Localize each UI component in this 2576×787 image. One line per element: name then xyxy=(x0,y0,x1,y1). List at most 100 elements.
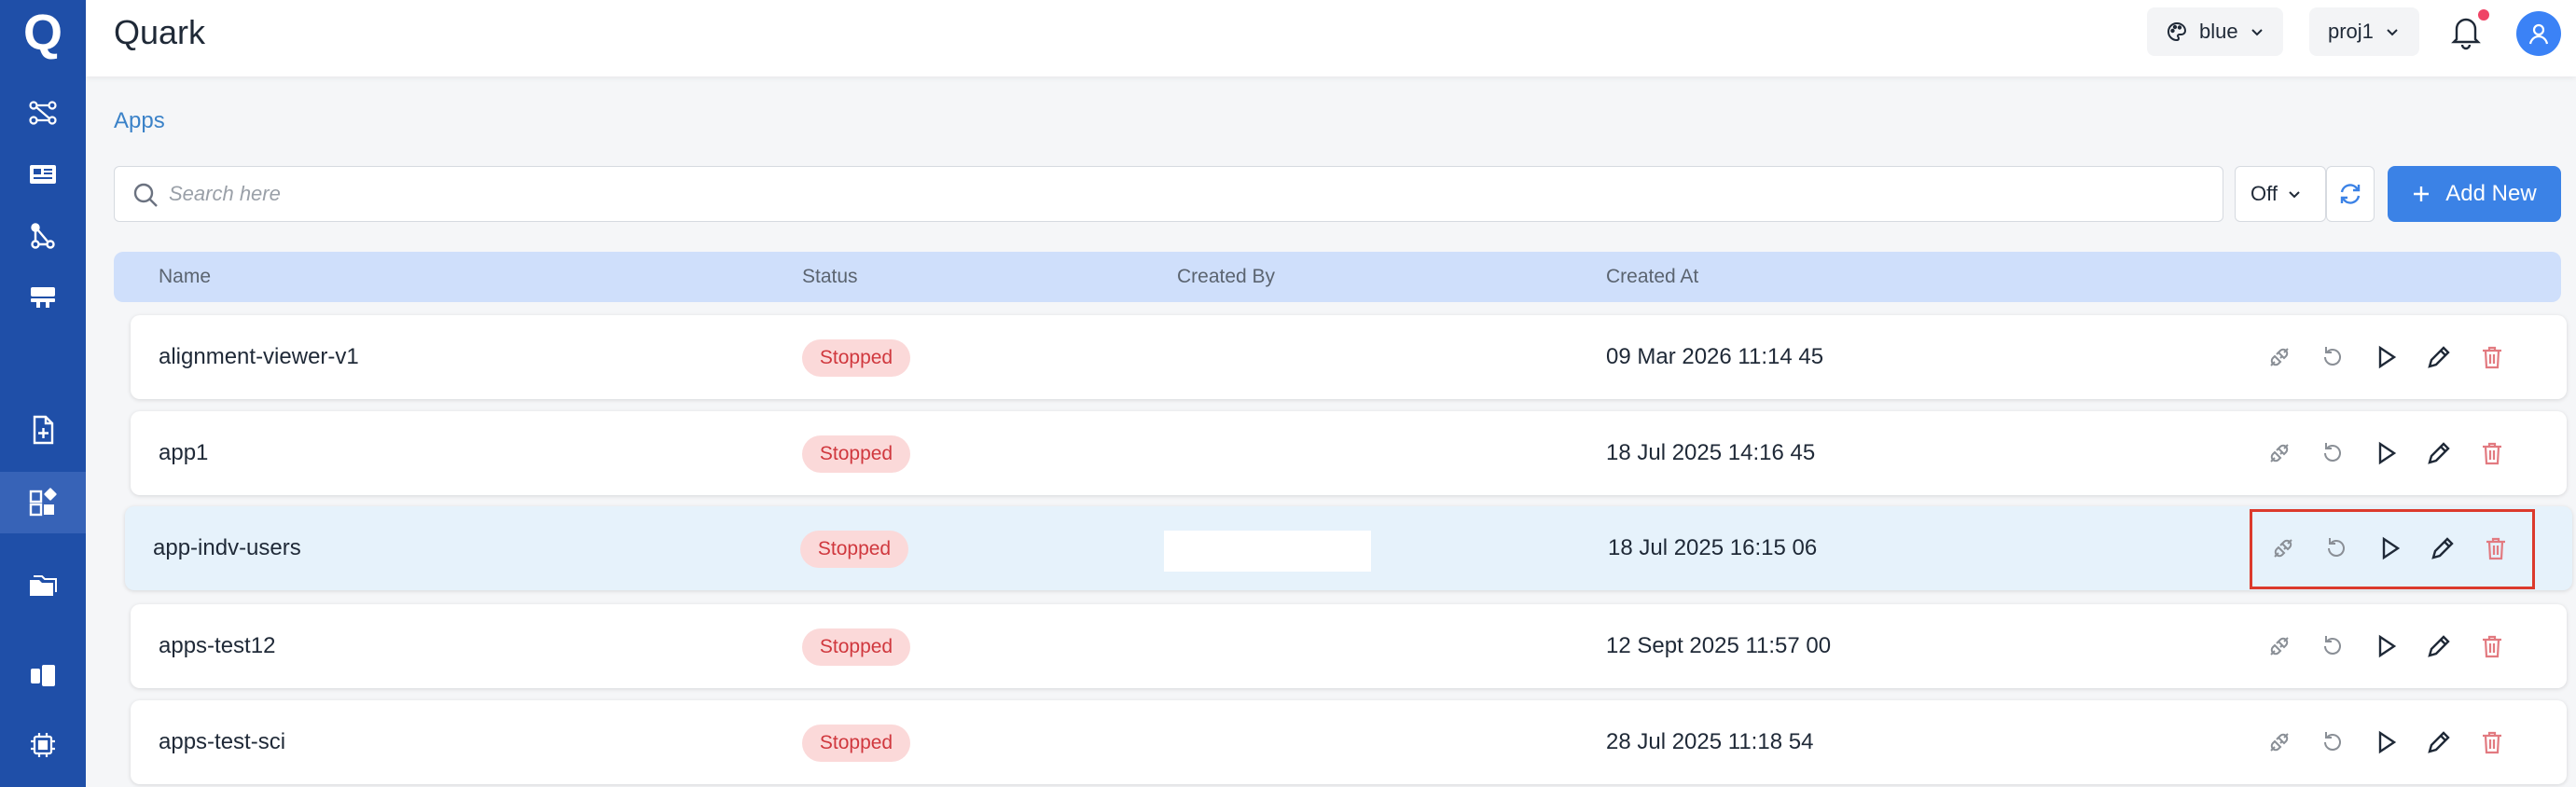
sidebar-item-workflows[interactable] xyxy=(0,82,86,144)
breadcrumb[interactable]: Apps xyxy=(114,108,165,134)
app-name[interactable]: app-indv-users xyxy=(153,535,301,561)
edit-icon xyxy=(2428,346,2450,368)
restart-icon xyxy=(2324,732,2341,751)
column-header-status[interactable]: Status xyxy=(802,266,858,288)
actions-highlight-box xyxy=(2250,509,2535,589)
row-actions xyxy=(2263,625,2509,668)
chevron-down-icon xyxy=(2251,29,2263,36)
top-header: Quark blue proj1 xyxy=(86,0,2576,76)
notification-dot xyxy=(2478,9,2489,21)
sidebar-item-compute[interactable] xyxy=(0,714,86,776)
table-header: Name Status Created By Created At xyxy=(114,252,2561,302)
theme-selector[interactable]: blue xyxy=(2147,7,2283,56)
plug-icon xyxy=(2270,444,2289,463)
search-placeholder: Search here xyxy=(169,182,281,205)
palette-icon xyxy=(2167,21,2187,42)
status-badge: Stopped xyxy=(802,339,910,377)
play-icon xyxy=(2378,345,2397,369)
auto-refresh-select[interactable]: Off xyxy=(2235,166,2326,222)
column-header-name[interactable]: Name xyxy=(159,266,211,288)
sidebar-item-servers[interactable] xyxy=(0,267,86,328)
edit-icon xyxy=(2428,442,2450,464)
sidebar-item-apps[interactable] xyxy=(0,472,86,533)
table-row[interactable]: alignment-viewer-v1 Stopped 09 Mar 2026 … xyxy=(131,315,2567,399)
table-row[interactable]: apps-test12 Stopped 12 Sept 2025 11:57 0… xyxy=(131,604,2567,688)
connect-button[interactable] xyxy=(2263,629,2296,663)
edit-button[interactable] xyxy=(2422,725,2456,759)
server-icon xyxy=(31,287,55,308)
created-at: 12 Sept 2025 11:57 00 xyxy=(1606,633,1832,658)
table-row[interactable]: app1 Stopped 18 Jul 2025 14:16 45 xyxy=(131,411,2567,495)
search-icon xyxy=(133,183,158,207)
plug-icon xyxy=(2270,348,2289,366)
row-actions xyxy=(2263,336,2509,379)
delete-button[interactable] xyxy=(2475,340,2509,374)
created-at: 28 Jul 2025 11:18 54 xyxy=(1606,729,1814,754)
app-logo[interactable]: Q xyxy=(0,0,86,65)
project-selector[interactable]: proj1 xyxy=(2309,7,2419,56)
connect-button[interactable] xyxy=(2263,436,2296,470)
delete-button[interactable] xyxy=(2475,436,2509,470)
sidebar-item-files[interactable] xyxy=(0,399,86,461)
restart-button[interactable] xyxy=(2316,340,2349,374)
plug-icon xyxy=(2270,733,2289,752)
user-icon xyxy=(2528,23,2549,45)
start-button[interactable] xyxy=(2369,436,2403,470)
delete-icon xyxy=(2483,635,2501,658)
created-at: 18 Jul 2025 14:16 45 xyxy=(1606,440,1816,465)
start-button[interactable] xyxy=(2369,725,2403,759)
status-badge: Stopped xyxy=(802,725,910,762)
created-by-redacted xyxy=(1164,531,1371,572)
refresh-button[interactable] xyxy=(2326,166,2375,222)
apps-icon xyxy=(29,488,57,517)
table-row[interactable]: apps-test-sci Stopped 28 Jul 2025 11:18 … xyxy=(131,700,2567,784)
status-badge: Stopped xyxy=(802,628,910,666)
chevron-down-icon xyxy=(2387,29,2398,36)
delete-icon xyxy=(2483,346,2501,369)
connect-button[interactable] xyxy=(2263,725,2296,759)
chip-icon xyxy=(31,733,55,757)
start-button[interactable] xyxy=(2369,629,2403,663)
restart-button[interactable] xyxy=(2316,725,2349,759)
app-name[interactable]: app1 xyxy=(159,440,208,466)
edit-icon xyxy=(2428,635,2450,657)
app-name[interactable]: alignment-viewer-v1 xyxy=(159,344,359,370)
edit-button[interactable] xyxy=(2422,436,2456,470)
play-icon xyxy=(2378,730,2397,754)
play-icon xyxy=(2378,634,2397,658)
edit-button[interactable] xyxy=(2422,629,2456,663)
restart-icon xyxy=(2324,443,2341,462)
restart-button[interactable] xyxy=(2316,436,2349,470)
restart-icon xyxy=(2324,347,2341,366)
app-name[interactable]: apps-test12 xyxy=(159,633,275,659)
sidebar-item-cards[interactable] xyxy=(0,645,86,707)
folders-icon xyxy=(30,575,57,596)
file-add-icon xyxy=(33,415,54,445)
row-actions xyxy=(2263,432,2509,475)
connect-button[interactable] xyxy=(2263,340,2296,374)
add-new-button[interactable]: Add New xyxy=(2388,166,2561,222)
app-title: Quark xyxy=(114,13,206,51)
search-input[interactable]: Search here xyxy=(114,166,2223,222)
delete-button[interactable] xyxy=(2475,725,2509,759)
restart-button[interactable] xyxy=(2316,629,2349,663)
status-badge: Stopped xyxy=(800,531,908,568)
column-header-created-at[interactable]: Created At xyxy=(1606,266,1698,288)
table-row-selected[interactable]: app-indv-users Stopped 18 Jul 2025 16:15… xyxy=(125,506,2572,590)
column-header-created-by[interactable]: Created By xyxy=(1177,266,1275,288)
auto-refresh-value: Off xyxy=(2251,182,2278,205)
user-avatar[interactable] xyxy=(2516,11,2561,56)
sidebar-item-graph[interactable] xyxy=(0,205,86,267)
app-name[interactable]: apps-test-sci xyxy=(159,729,285,755)
start-button[interactable] xyxy=(2369,340,2403,374)
graph-nodes-icon xyxy=(31,223,55,249)
refresh-icon xyxy=(2340,184,2361,204)
created-at: 09 Mar 2026 11:14 45 xyxy=(1606,344,1824,369)
delete-button[interactable] xyxy=(2475,629,2509,663)
sidebar-item-dashboard[interactable] xyxy=(0,144,86,205)
edit-button[interactable] xyxy=(2422,340,2456,374)
sidebar-item-folders[interactable] xyxy=(0,556,86,617)
delete-icon xyxy=(2483,442,2501,465)
project-label: proj1 xyxy=(2328,20,2374,43)
add-new-label: Add New xyxy=(2445,181,2537,206)
